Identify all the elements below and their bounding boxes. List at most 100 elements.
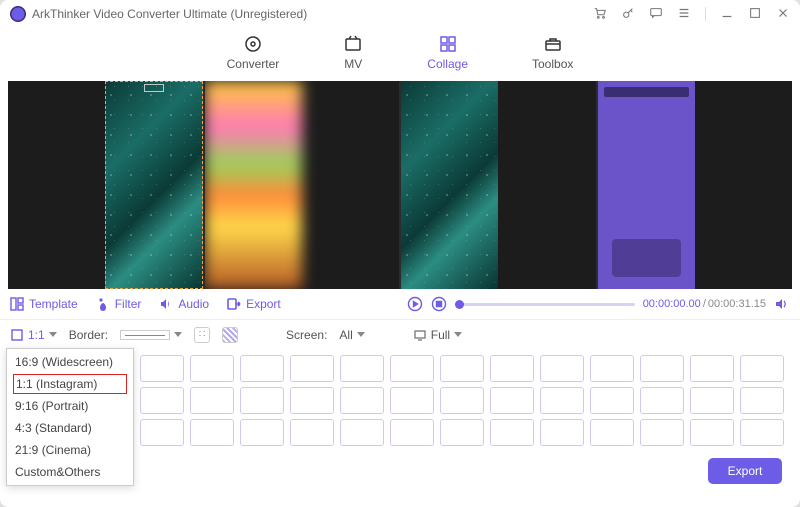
options-bar: 1:1 16:9 (Widescreen) 1:1 (Instagram) 9:… [0,319,800,349]
clip-1[interactable] [8,81,203,289]
clip-2[interactable] [203,81,400,289]
layout-option[interactable] [590,387,634,414]
layout-option[interactable] [390,387,434,414]
layout-option[interactable] [440,355,484,382]
layout-option[interactable] [290,419,334,446]
layout-option[interactable] [540,387,584,414]
audio-icon [159,297,173,311]
layout-option[interactable] [740,355,784,382]
clip-3[interactable] [399,81,596,289]
volume-button[interactable] [774,296,790,312]
layout-option[interactable] [440,419,484,446]
play-button[interactable] [407,296,423,312]
layout-option[interactable] [340,419,384,446]
seek-bar[interactable] [455,303,635,306]
template-button[interactable]: Template [10,297,78,311]
feedback-icon[interactable] [649,6,663,23]
export-tab-button[interactable]: Export [227,297,281,311]
monitor-icon [413,328,427,342]
audio-label: Audio [178,297,209,311]
mv-icon [343,34,363,54]
aspect-option-21-9[interactable]: 21:9 (Cinema) [7,439,133,461]
close-button[interactable] [776,6,790,23]
layout-option[interactable] [190,355,234,382]
clip-1-selection [105,81,202,289]
layout-option[interactable] [290,355,334,382]
minimize-button[interactable] [720,6,734,23]
view-value: Full [431,328,450,342]
tab-label: Converter [227,57,280,71]
layout-option[interactable] [640,355,684,382]
time-current: 00:00:00.00 [643,298,701,310]
window-title: ArkThinker Video Converter Ultimate (Unr… [32,7,593,21]
layout-option[interactable] [690,419,734,446]
layout-option[interactable] [640,387,684,414]
border-color-swatch[interactable]: ∷ [194,327,210,343]
layout-option[interactable] [340,355,384,382]
tab-mv[interactable]: MV [343,34,363,71]
chevron-down-icon [174,332,182,337]
border-label: Border: [69,328,108,342]
layout-option[interactable] [290,387,334,414]
filter-icon [96,297,110,311]
screen-dropdown[interactable]: All [339,328,364,342]
app-window: ArkThinker Video Converter Ultimate (Unr… [0,0,800,507]
layout-option[interactable] [340,387,384,414]
aspect-option-4-3[interactable]: 4:3 (Standard) [7,417,133,439]
layout-option[interactable] [190,419,234,446]
clip-4-thumb [598,81,695,289]
aspect-option-9-16[interactable]: 9:16 (Portrait) [7,395,133,417]
mid-toolbar: Template Filter Audio Export 00:00:00.00… [0,289,800,319]
tab-toolbox[interactable]: Toolbox [532,34,573,71]
layout-option[interactable] [640,419,684,446]
aspect-option-1-1[interactable]: 1:1 (Instagram) [13,374,127,394]
layout-option[interactable] [540,355,584,382]
cart-icon[interactable] [593,6,607,23]
layout-option[interactable] [590,419,634,446]
export-button[interactable]: Export [708,458,782,484]
tab-collage[interactable]: Collage [427,34,468,71]
layout-option[interactable] [490,355,534,382]
maximize-button[interactable] [748,6,762,23]
border-pattern-swatch[interactable] [222,327,238,343]
layout-option[interactable] [490,419,534,446]
audio-button[interactable]: Audio [159,297,209,311]
menu-icon[interactable] [677,6,691,23]
template-label: Template [29,297,78,311]
screen-value: All [339,328,352,342]
layout-option[interactable] [140,419,184,446]
layout-option[interactable] [490,387,534,414]
view-dropdown[interactable]: Full [413,328,462,342]
key-icon[interactable] [621,6,635,23]
filter-button[interactable]: Filter [96,297,142,311]
export-icon [227,297,241,311]
layout-option[interactable] [140,387,184,414]
time-total: 00:00:31.15 [708,298,766,310]
clip-4[interactable] [596,81,793,289]
export-tab-label: Export [246,297,281,311]
layout-option[interactable] [440,387,484,414]
layout-option[interactable] [240,355,284,382]
tab-converter[interactable]: Converter [227,34,280,71]
stop-button[interactable] [431,296,447,312]
aspect-ratio-dropdown[interactable]: 1:1 [10,328,57,342]
layout-option[interactable] [540,419,584,446]
layout-option[interactable] [140,355,184,382]
layout-option[interactable] [390,419,434,446]
layout-option[interactable] [740,419,784,446]
divider [705,7,706,21]
seek-handle[interactable] [455,300,464,309]
layout-option[interactable] [240,419,284,446]
layout-option[interactable] [590,355,634,382]
clip-3-thumb [401,81,498,289]
layout-option[interactable] [240,387,284,414]
border-style-dropdown[interactable] [120,330,182,340]
aspect-option-16-9[interactable]: 16:9 (Widescreen) [7,351,133,373]
layout-option[interactable] [390,355,434,382]
aspect-option-custom[interactable]: Custom&Others [7,461,133,483]
layout-option[interactable] [740,387,784,414]
layout-option[interactable] [690,387,734,414]
layout-option[interactable] [690,355,734,382]
app-logo-icon [10,6,26,22]
layout-option[interactable] [190,387,234,414]
